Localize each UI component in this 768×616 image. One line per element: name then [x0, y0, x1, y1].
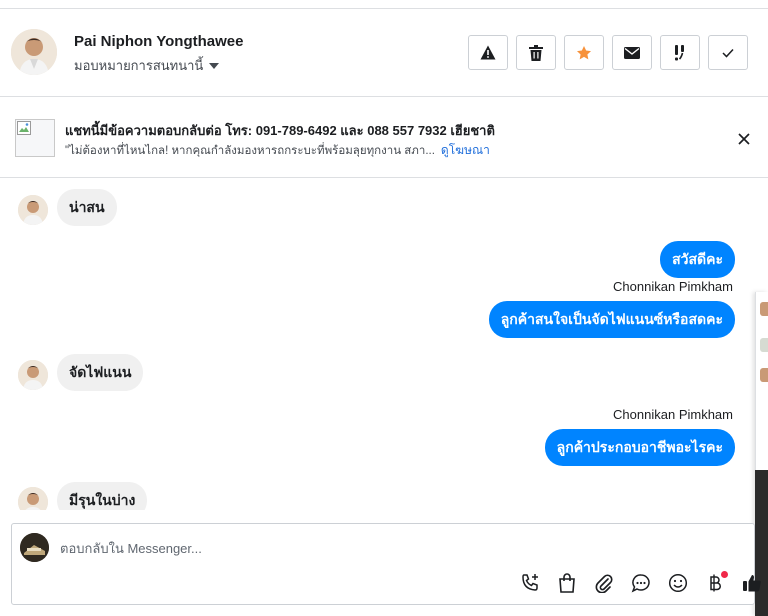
message-bubble-incoming[interactable]: มีรุนในบ่าง [57, 482, 148, 510]
sender-avatar [18, 195, 48, 225]
conversation-actions [468, 35, 748, 70]
contact-avatar[interactable] [11, 29, 57, 75]
mark-spam-button[interactable] [468, 35, 508, 70]
ad-context-banner: แชทนี้มีข้อความตอบกลับต่อ โทร: 091-789-6… [0, 98, 768, 178]
star-button[interactable] [564, 35, 604, 70]
baht-icon [710, 574, 721, 592]
side-avatar-fragment [760, 368, 768, 382]
emoji-button[interactable] [665, 570, 691, 596]
add-call-button[interactable] [517, 570, 543, 596]
ad-title: แชทนี้มีข้อความตอบกลับต่อ โทร: 091-789-6… [65, 123, 495, 138]
reply-input[interactable] [60, 536, 660, 560]
paperclip-icon [595, 574, 613, 593]
delete-button[interactable] [516, 35, 556, 70]
mark-unread-button[interactable] [612, 35, 652, 70]
shopping-bag-icon [559, 573, 575, 593]
composer-toolbar [517, 570, 765, 596]
sender-avatar [18, 360, 48, 390]
assign-label: มอบหมายการสนทนานี้ [74, 58, 204, 73]
notification-dot [721, 571, 728, 578]
close-banner-icon[interactable] [736, 131, 752, 147]
broken-image-icon [17, 121, 31, 135]
emoji-icon [668, 573, 688, 593]
sender-avatar [18, 487, 48, 510]
trash-icon [529, 44, 543, 61]
check-icon [722, 48, 734, 58]
payment-button[interactable] [702, 570, 728, 596]
view-ad-link[interactable]: ดูโฆษณา [441, 143, 490, 157]
exclamation-icon [675, 44, 684, 60]
page-avatar [20, 533, 49, 562]
saved-replies-button[interactable] [628, 570, 654, 596]
ad-thumbnail [15, 119, 55, 157]
shop-button[interactable] [554, 570, 580, 596]
message-bubble-outgoing[interactable]: สวัสดีคะ [660, 241, 735, 278]
side-thumb-fragment [760, 338, 768, 352]
conversation-header: Pai Niphon Yongthawee มอบหมายการสนทนานี้ [0, 9, 768, 97]
send-like-button[interactable] [739, 570, 765, 596]
message-thread[interactable]: น่าสน สวัสดีคะ Chonnikan Pimkham ลูกค้าส… [0, 178, 755, 510]
ad-description-text: "ไม่ต้องหาที่ไหนไกล! หากคุณกำลังมองหารถก… [65, 145, 435, 157]
ad-description: "ไม่ต้องหาที่ไหนไกล! หากคุณกำลังมองหารถก… [65, 141, 490, 160]
follow-up-button[interactable] [660, 35, 700, 70]
message-bubble-incoming[interactable]: จัดไฟแนน [57, 354, 144, 391]
sender-name: Chonnikan Pimkham [613, 407, 733, 422]
mark-done-button[interactable] [708, 35, 748, 70]
message-bubble-outgoing[interactable]: ลูกค้าสนใจเป็นจัดไฟแนนซ์หรือสดคะ [488, 301, 735, 338]
envelope-icon [624, 46, 640, 59]
attach-button[interactable] [591, 570, 617, 596]
assign-conversation-dropdown[interactable]: มอบหมายการสนทนานี้ [74, 55, 220, 76]
message-bubble-incoming[interactable]: น่าสน [57, 189, 117, 226]
reply-composer [11, 523, 761, 605]
star-icon [577, 45, 591, 59]
phone-add-icon [522, 574, 538, 591]
warning-icon [480, 45, 496, 60]
caret-down-icon [209, 63, 220, 69]
sender-name: Chonnikan Pimkham [613, 279, 733, 294]
thumbs-up-icon [743, 575, 761, 592]
side-avatar-fragment [760, 302, 768, 316]
saved-reply-icon [631, 574, 650, 593]
message-bubble-outgoing[interactable]: ลูกค้าประกอบอาชีพอะไรคะ [544, 429, 735, 466]
contact-name[interactable]: Pai Niphon Yongthawee [74, 33, 243, 50]
